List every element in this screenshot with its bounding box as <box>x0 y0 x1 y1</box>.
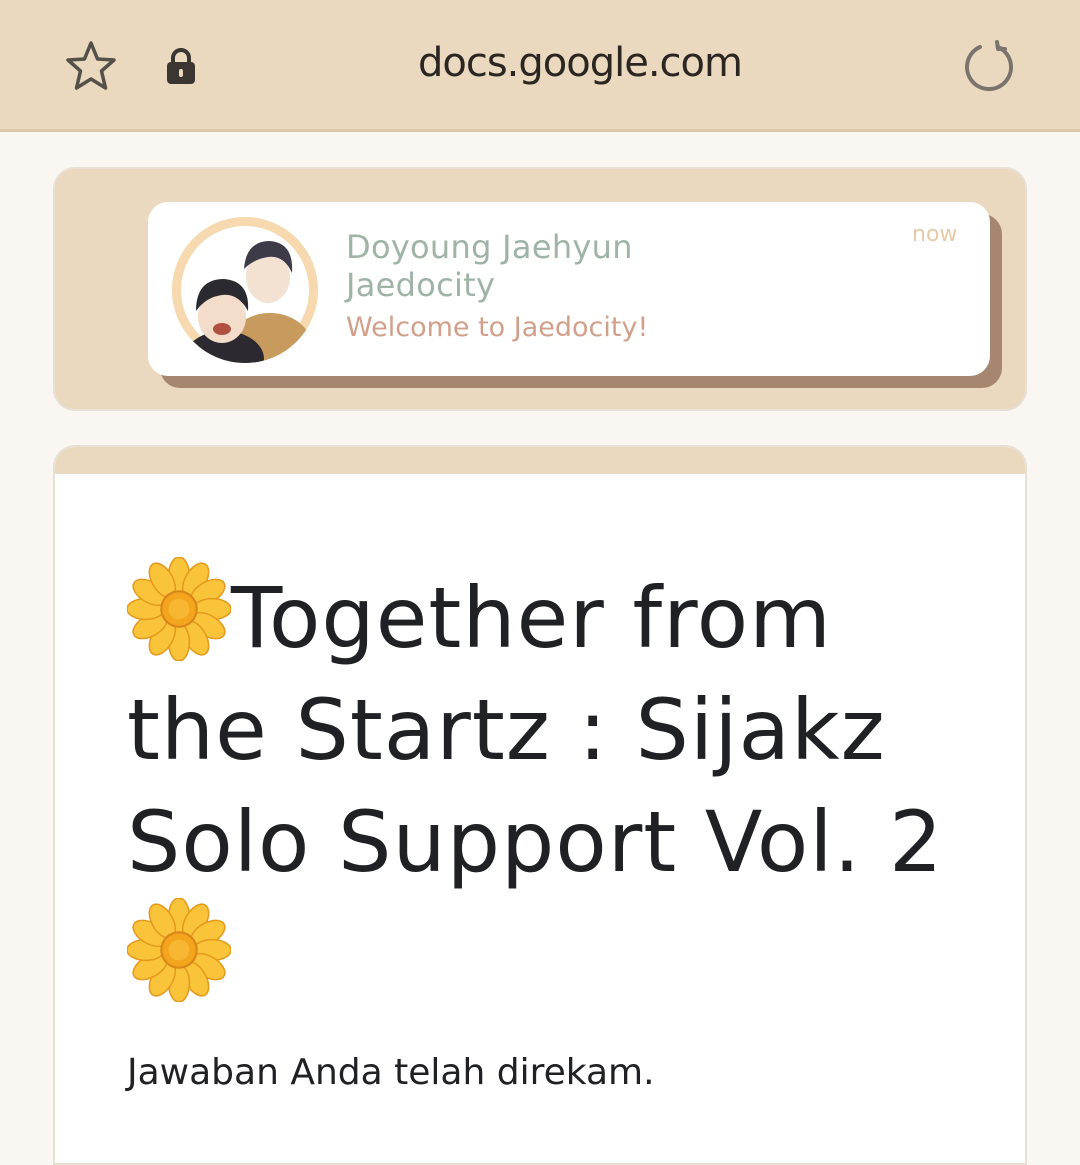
star-outline-icon[interactable] <box>62 38 120 96</box>
reload-icon[interactable] <box>960 38 1018 96</box>
form-title-text: Together from the Startz : Sijakz Solo S… <box>127 569 944 891</box>
form-card-accent-band <box>55 447 1025 474</box>
response-recorded-message: Jawaban Anda telah direkam. <box>127 1052 655 1093</box>
notification-title-line1: Doyoung Jaehyun <box>346 228 633 266</box>
form-card: Together from the Startz : Sijakz Solo S… <box>53 445 1027 1165</box>
form-title: Together from the Startz : Sijakz Solo S… <box>127 557 977 1015</box>
notification-title-line2: Jaedocity <box>346 266 496 304</box>
browser-address-bar: docs.google.com <box>0 0 1080 132</box>
sunflower-icon <box>127 898 231 1002</box>
notification-title: Doyoung Jaehyun Jaedocity <box>346 228 866 304</box>
lock-icon <box>167 48 195 84</box>
avatar <box>172 217 318 363</box>
url-text[interactable]: docs.google.com <box>380 40 780 86</box>
notification-time: now <box>912 222 958 247</box>
sunflower-icon <box>127 557 231 661</box>
notification-message: Welcome to Jaedocity! <box>346 312 649 343</box>
